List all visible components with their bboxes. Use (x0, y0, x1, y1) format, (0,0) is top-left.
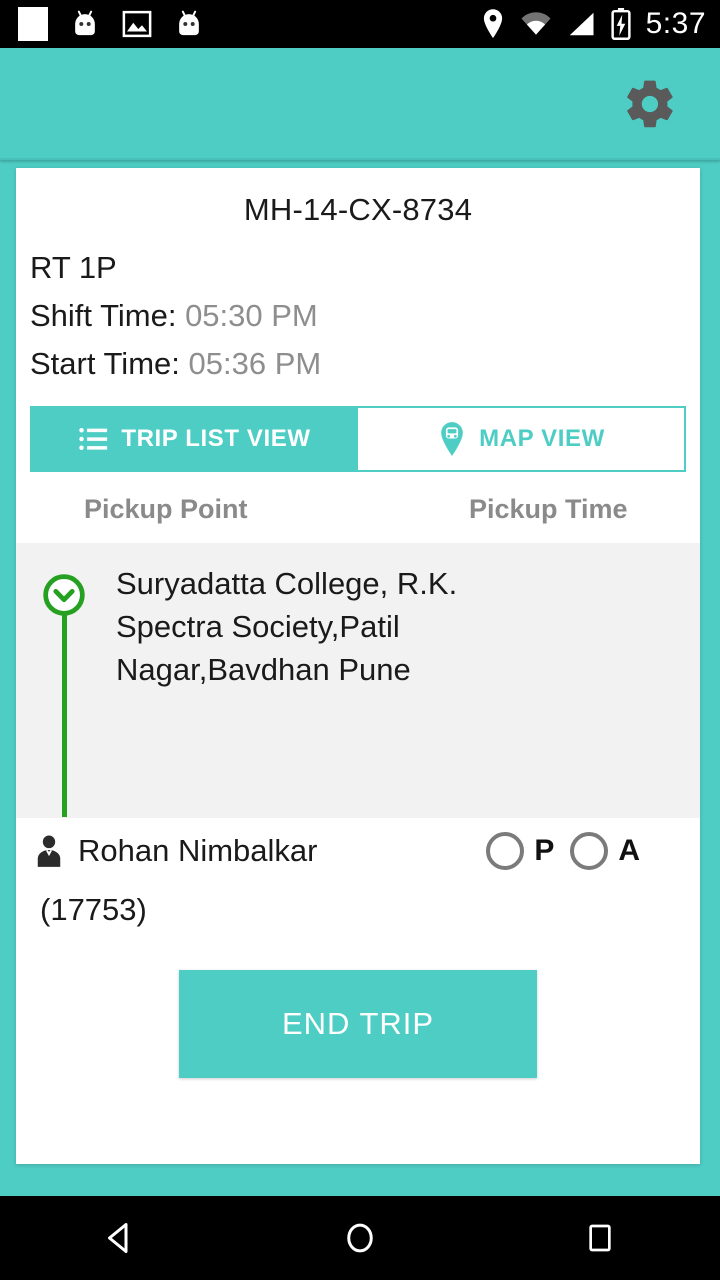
radio-absent[interactable] (570, 832, 609, 870)
timeline-column (16, 543, 112, 818)
radio-present[interactable] (486, 832, 525, 870)
passenger-name: Rohan Nimbalkar (78, 833, 318, 868)
timeline-connector (62, 615, 67, 817)
location-pin-icon (483, 9, 502, 39)
android-nav-bar (0, 1196, 720, 1280)
start-time-label: Start Time: (30, 346, 180, 381)
end-trip-container: END TRIP (16, 928, 700, 1078)
radio-present-label: P (534, 834, 555, 867)
app-screen: 5:37 MH-14-CX-8734 RT 1P Shift Time: 05:… (0, 0, 720, 1280)
table-header: Pickup Point Pickup Time (16, 472, 700, 543)
nav-back-button[interactable] (60, 1196, 180, 1280)
person-suit-icon (37, 835, 61, 867)
start-time-value: 05:36 PM (188, 346, 322, 381)
tab-trip-list-view-label: TRIP LIST VIEW (121, 425, 311, 452)
wifi-icon (521, 12, 551, 35)
status-bar-clock: 5:37 (645, 7, 706, 40)
android-robot-icon (179, 10, 199, 36)
status-bar-left-icons (18, 7, 204, 41)
blank-square-icon (18, 7, 48, 41)
end-trip-button[interactable]: END TRIP (179, 970, 537, 1078)
passenger-row: Rohan Nimbalkar P A (17753) (16, 818, 700, 928)
android-robot-icon (75, 10, 95, 36)
shift-time-value: 05:30 PM (185, 298, 318, 333)
home-circle-icon (347, 1223, 373, 1253)
status-bar: 5:37 (0, 0, 720, 48)
table-row[interactable]: Suryadatta College, R.K. Spectra Society… (16, 543, 700, 818)
list-icon (79, 428, 108, 450)
recents-square-icon (589, 1224, 611, 1252)
app-bar (0, 48, 720, 160)
radio-absent-label: A (618, 834, 640, 867)
battery-charging-icon (611, 8, 631, 40)
back-triangle-icon (108, 1223, 128, 1253)
tab-trip-list-view[interactable]: TRIP LIST VIEW (32, 408, 358, 470)
column-header-pickup-point: Pickup Point (84, 494, 248, 524)
column-header-pickup-time: Pickup Time (468, 494, 628, 524)
tab-map-view[interactable]: MAP VIEW (358, 408, 684, 470)
vehicle-number: MH-14-CX-8734 (243, 192, 473, 227)
bus-map-pin-icon (441, 422, 463, 456)
tab-map-view-label: MAP VIEW (479, 425, 605, 452)
status-bar-right-icons: 5:37 (480, 7, 706, 41)
passenger-top-line: Rohan Nimbalkar P A (30, 832, 686, 870)
signal-icon (569, 12, 594, 36)
app-bar-shadow (0, 158, 720, 162)
attendance-option-absent[interactable]: A (570, 832, 640, 870)
shift-time-label: Shift Time: (30, 298, 177, 333)
gear-icon[interactable] (622, 76, 678, 132)
attendance-option-present[interactable]: P (486, 832, 554, 870)
chevron-down-circle-icon[interactable] (42, 573, 86, 617)
attendance-radio-group: P A (486, 832, 686, 870)
trip-card: MH-14-CX-8734 RT 1P Shift Time: 05:30 PM… (16, 168, 700, 1164)
pickup-point-address: Suryadatta College, R.K. Spectra Society… (116, 566, 458, 687)
start-time-row: Start Time: 05:36 PM (16, 334, 700, 382)
nav-recents-button[interactable] (540, 1196, 660, 1280)
passenger-employee-id: (17753) (40, 892, 147, 927)
shift-time-row: Shift Time: 05:30 PM (16, 286, 700, 334)
view-tabs: TRIP LIST VIEW MAP VIEW (30, 406, 686, 472)
image-icon (122, 10, 152, 38)
nav-home-button[interactable] (300, 1196, 420, 1280)
route-code: RT 1P (30, 250, 117, 285)
